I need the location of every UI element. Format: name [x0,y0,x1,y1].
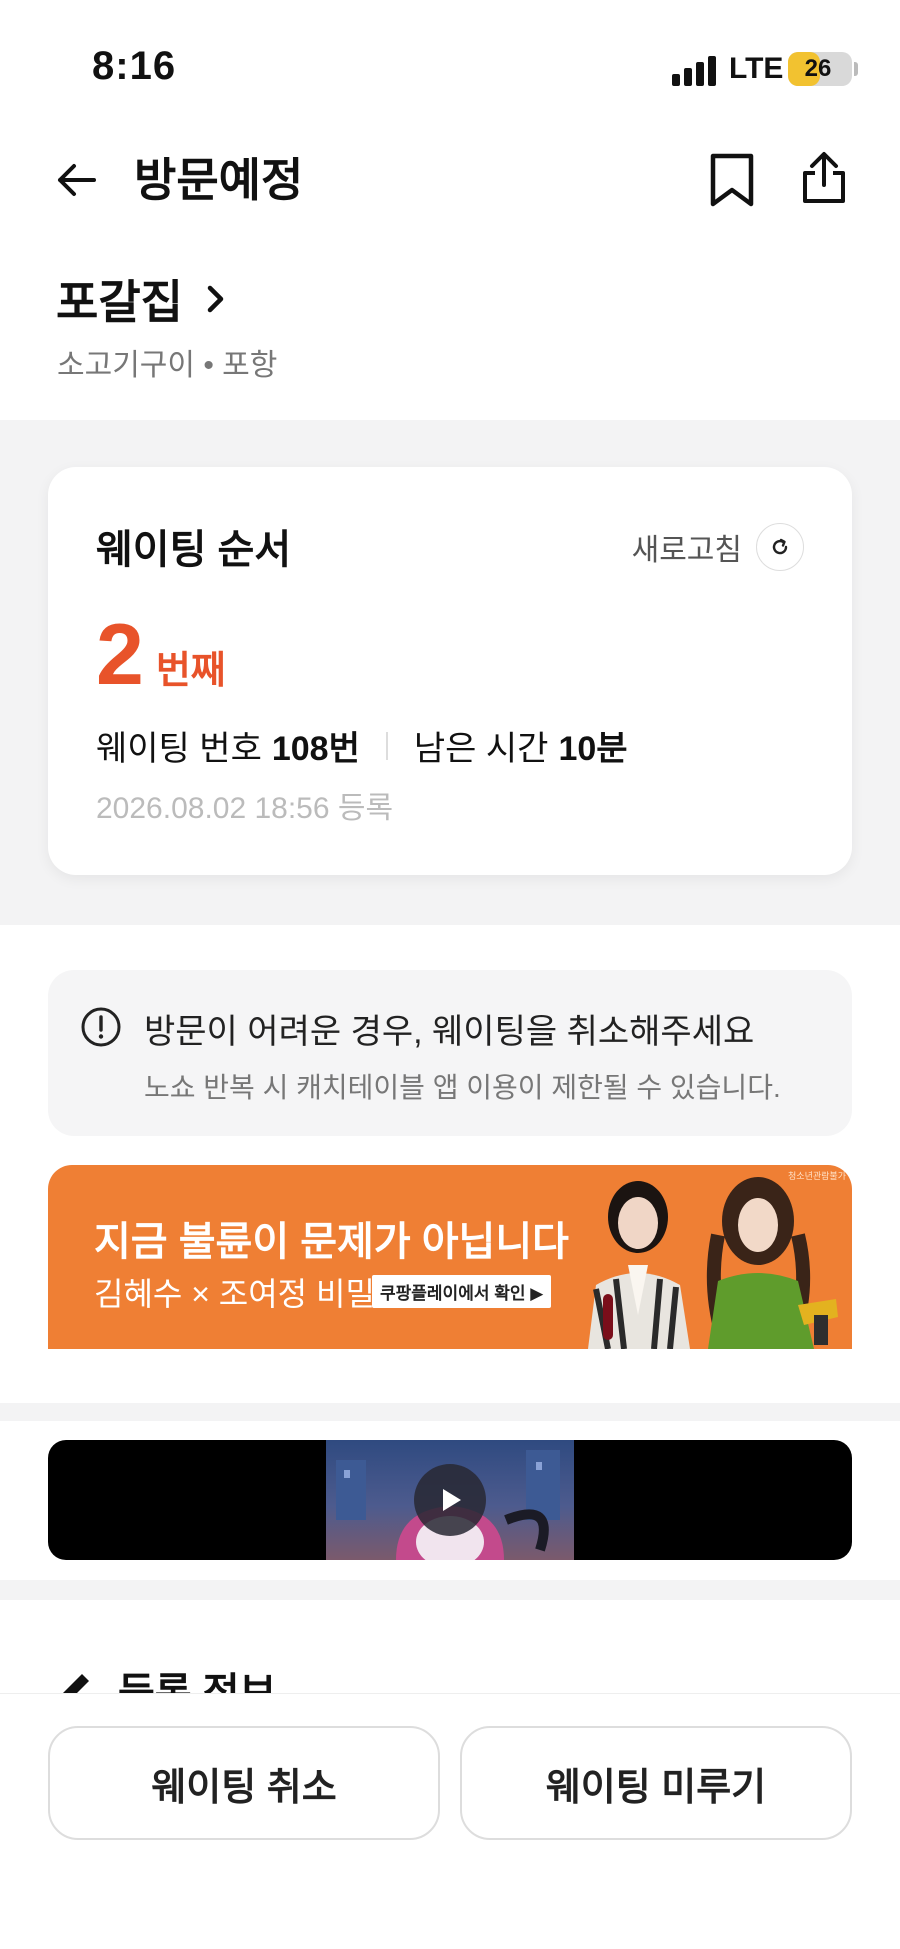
waiting-info-row: 웨이팅 번호 108번 남은 시간 10분 [96,721,628,770]
order-number: 2 [96,607,144,703]
store-link[interactable]: 포갈집 [56,266,227,332]
cancel-notice: 방문이 어려운 경우, 웨이팅을 취소해주세요 노쇼 반복 시 캐치테이블 앱 … [48,970,852,1136]
ad-headline: 지금 불륜이 문제가 아닙니다 [94,1220,569,1264]
remaining-time-label: 남은 시간 [413,730,549,768]
info-divider [385,731,388,760]
status-time: 8:16 [92,44,177,88]
bookmark-icon [710,153,754,207]
ad-figure-image [588,1177,838,1349]
refresh-icon [756,523,804,571]
network-type: LTE [729,52,784,85]
play-icon [443,1489,461,1511]
postpone-waiting-button[interactable]: 웨이팅 미루기 [460,1726,852,1840]
notice-subtitle: 노쇼 반복 시 캐치테이블 앱 이용이 제한될 수 있습니다. [144,1072,781,1103]
share-button[interactable] [792,146,856,210]
registered-timestamp: 2026.08.02 18:56 등록 [96,792,394,825]
share-icon [803,152,845,203]
store-category-location: 소고기구이 • 포항 [57,349,278,382]
remaining-time-value: 10분 [558,730,628,768]
section-divider-2 [0,1580,900,1600]
arrow-left-icon [58,164,96,196]
battery-tip [854,62,858,76]
refresh-button[interactable]: 새로고침 [632,523,804,571]
waiting-number-label: 웨이팅 번호 [96,730,262,768]
ad-banner[interactable]: 청소년관람불가 지금 불륜이 문제가 아닙니다 김혜수 × 조여정 비밀 쿠팡플… [48,1165,852,1349]
cancel-waiting-button[interactable]: 웨이팅 취소 [48,1726,440,1840]
waiting-order: 2 번째 [96,607,226,703]
section-divider [0,1403,900,1421]
order-suffix: 번째 [155,650,226,692]
top-nav: 방문예정 [0,130,900,230]
ad-cta: 쿠팡플레이에서 확인 ▶ [372,1275,552,1308]
alert-circle-icon [81,1007,121,1047]
video-player[interactable] [48,1440,852,1560]
waiting-order-title: 웨이팅 순서 [96,528,292,572]
battery-percent: 26 [804,55,832,82]
bookmark-button[interactable] [700,148,764,212]
bottom-action-bar: 웨이팅 취소 웨이팅 미루기 [0,1693,900,1949]
waiting-number-value: 108번 [271,730,360,768]
waiting-card: 웨이팅 순서 새로고침 2 번째 웨이팅 번호 108번 남은 시간 10분 2… [48,467,852,875]
status-bar: 8:16 LTE 26 [0,0,900,120]
back-button[interactable] [48,152,104,208]
battery-icon: 26 [788,52,852,86]
notice-title: 방문이 어려운 경우, 웨이팅을 취소해주세요 [144,1013,755,1051]
chevron-right-icon [207,285,224,313]
play-button[interactable] [414,1464,486,1536]
cellular-signal-icon [672,54,722,86]
store-name: 포갈집 [56,276,183,328]
page-title: 방문예정 [134,154,304,206]
refresh-label: 새로고침 [631,534,742,567]
ad-subtitle: 김혜수 × 조여정 비밀 [94,1276,375,1312]
